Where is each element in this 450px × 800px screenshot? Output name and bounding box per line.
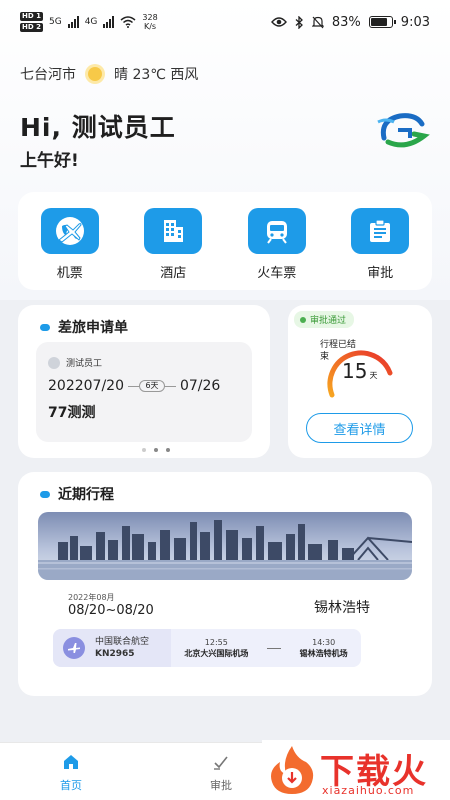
application-item[interactable]: 测试员工 202207/20 6天 07/26 77测测 — [36, 342, 252, 442]
recent-trip-header: 近期行程 — [40, 484, 114, 504]
route-dash — [266, 647, 281, 649]
tab-approval[interactable]: 审批 — [210, 753, 232, 793]
network-5g: 5G — [48, 17, 62, 27]
approval-status-card: 审批通过 行程已结束 15 天 查看详情 — [288, 305, 432, 458]
status-dot — [300, 316, 306, 323]
flame-logo-icon — [271, 746, 314, 794]
recent-trip-title: 近期行程 — [58, 487, 114, 503]
arrival-time: 14:30 — [312, 638, 336, 647]
greeting-subtitle: 上午好! — [20, 151, 79, 171]
airline-name: 中国联合航空 — [95, 637, 150, 647]
application-name: 77测测 — [48, 405, 96, 421]
greeting: Hi, 测试员工 上午好! — [20, 108, 176, 171]
trip-date-range: 08/20~08/20 — [68, 603, 154, 618]
travel-application-card: 差旅申请单 测试员工 202207/20 6天 07/26 77测测 — [18, 305, 270, 458]
status-left: HD 1 HD 2 5G 4G 328 K/s — [20, 11, 158, 33]
tab-approval-label: 审批 — [210, 779, 232, 792]
bluetooth-icon — [295, 15, 303, 29]
train-icon — [247, 208, 306, 254]
hd-badges: HD 1 HD 2 — [20, 12, 43, 32]
wifi-icon — [120, 16, 136, 28]
eye-icon — [270, 17, 287, 27]
start-date: 202207/20 — [48, 378, 124, 394]
ring-unit: 天 — [369, 371, 378, 380]
network-4g: 4G — [84, 17, 98, 27]
status-bar: HD 1 HD 2 5G 4G 328 K/s 83% 9:03 — [0, 0, 450, 44]
weather-bar: 七台河市 晴 23℃ 西风 — [20, 64, 198, 84]
menu-train-label: 火车票 — [257, 266, 297, 281]
trip-month: 2022年08月 — [68, 593, 115, 602]
approval-check-icon — [214, 756, 228, 770]
status-badge: 审批通过 — [294, 311, 355, 328]
network-speed: 328 K/s — [142, 13, 158, 31]
flight-number: KN2965 — [95, 649, 135, 659]
pager-dot[interactable] — [166, 448, 170, 452]
departure-airport: 北京大兴国际机场 — [184, 649, 249, 658]
days-pill: 6天 — [127, 379, 176, 393]
recent-trip-card: 近期行程 2022年08月 08/20~08/20 锡林浩特 中国联合航空 KN… — [18, 472, 432, 696]
plane-globe-icon — [40, 208, 99, 254]
battery-fill — [370, 18, 388, 26]
application-dates: 202207/20 6天 07/26 — [48, 378, 220, 394]
menu-hotel[interactable]: 酒店 — [133, 208, 213, 281]
pager-dot-active[interactable] — [154, 448, 158, 452]
quick-menu: 机票 酒店 火车票 审批 — [18, 192, 432, 290]
watermark-url: xiazaihuo.com — [322, 784, 415, 797]
person-icon — [48, 356, 60, 369]
menu-flight[interactable]: 机票 — [30, 208, 110, 281]
applicant: 测试员工 — [48, 356, 102, 369]
airline-info: 中国联合航空 KN2965 — [95, 636, 149, 660]
greeting-title: Hi, 测试员工 — [20, 113, 176, 142]
departure-time: 12:55 — [204, 638, 228, 647]
approval-icon — [351, 208, 410, 254]
arrival: 14:30 锡林浩特机场 — [300, 637, 348, 659]
company-logo — [377, 113, 430, 148]
departure: 12:55 北京大兴国际机场 — [184, 637, 248, 659]
status-badge-text: 审批通过 — [310, 316, 347, 326]
home-icon — [64, 755, 78, 769]
signal-icon — [67, 16, 79, 28]
battery-icon — [368, 16, 396, 28]
hotel-icon — [144, 208, 203, 254]
battery-percent: 83% — [331, 14, 361, 30]
weather-condition: 晴 23℃ 西风 — [114, 67, 199, 83]
signal-icon-2 — [103, 16, 115, 28]
carousel-pager — [142, 448, 170, 452]
section-dot — [40, 490, 50, 498]
menu-hotel-label: 酒店 — [160, 266, 187, 281]
days-count: 6天 — [139, 380, 165, 392]
ring-value-wrap: 15 天 — [342, 359, 377, 383]
application-title: 差旅申请单 — [58, 320, 128, 336]
ring-value: 15 — [342, 359, 368, 383]
menu-approval-label: 审批 — [367, 266, 394, 281]
tab-home[interactable]: 首页 — [60, 753, 82, 793]
applicant-name: 测试员工 — [66, 359, 103, 369]
city-skyline-image — [38, 512, 412, 580]
flight-airline-block: 中国联合航空 KN2965 — [53, 629, 171, 667]
sun-icon — [88, 67, 102, 81]
menu-flight-label: 机票 — [56, 266, 83, 281]
watermark: 下载火 xiazaihuo.com — [262, 740, 450, 800]
flight-route: 12:55 北京大兴国际机场 14:30 锡林浩特机场 — [171, 629, 361, 667]
plane-icon — [63, 637, 85, 659]
view-details-button[interactable]: 查看详情 — [306, 413, 413, 443]
city-name[interactable]: 七台河市 — [20, 64, 76, 84]
menu-train[interactable]: 火车票 — [237, 208, 317, 281]
end-date: 07/26 — [179, 378, 221, 394]
menu-approval[interactable]: 审批 — [340, 208, 420, 281]
tab-home-label: 首页 — [60, 779, 82, 792]
trip-destination: 锡林浩特 — [314, 600, 370, 616]
pager-dot[interactable] — [142, 448, 146, 452]
application-header: 差旅申请单 — [40, 317, 128, 337]
clock: 9:03 — [400, 14, 430, 30]
section-dot — [40, 323, 50, 331]
status-right: 83% 9:03 — [270, 14, 430, 30]
bell-mute-icon — [311, 16, 324, 28]
flight-segment[interactable]: 中国联合航空 KN2965 12:55 北京大兴国际机场 14:30 锡林浩特机… — [53, 629, 361, 667]
arrival-airport: 锡林浩特机场 — [299, 649, 348, 658]
